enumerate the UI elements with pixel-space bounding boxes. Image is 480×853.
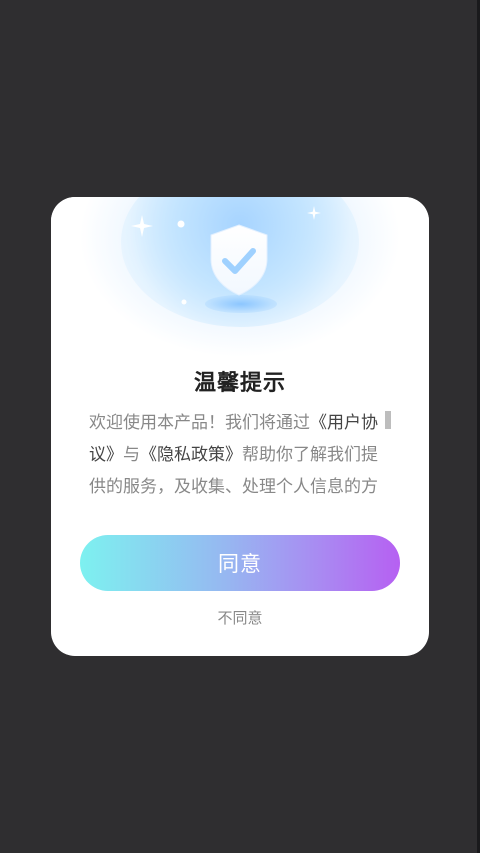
- sparkle-icon: [131, 215, 153, 241]
- shield-check-icon: [207, 223, 271, 297]
- privacy-policy-link[interactable]: 《隐私政策》: [140, 445, 242, 465]
- sparkle-icon: [307, 205, 321, 224]
- body-text-connector: 与: [123, 445, 140, 465]
- body-scrollbar[interactable]: [385, 411, 391, 429]
- shield-shadow: [205, 295, 277, 313]
- privacy-dialog: 温馨提示 欢迎使用本产品！我们将通过《用户协议》与《隐私政策》帮助你了解我们提供…: [51, 197, 429, 656]
- dot-icon: [177, 213, 185, 232]
- dialog-header-illustration: [51, 197, 429, 367]
- agree-button[interactable]: 同意: [80, 535, 400, 591]
- body-text-prefix: 欢迎使用本产品！我们将通过: [89, 413, 310, 433]
- dot-icon: [181, 290, 187, 309]
- screen-backdrop: 温馨提示 欢迎使用本产品！我们将通过《用户协议》与《隐私政策》帮助你了解我们提供…: [0, 0, 480, 853]
- dialog-body-text: 欢迎使用本产品！我们将通过《用户协议》与《隐私政策》帮助你了解我们提供的服务，及…: [89, 407, 385, 507]
- disagree-button[interactable]: 不同意: [51, 607, 429, 628]
- dialog-title: 温馨提示: [193, 371, 286, 396]
